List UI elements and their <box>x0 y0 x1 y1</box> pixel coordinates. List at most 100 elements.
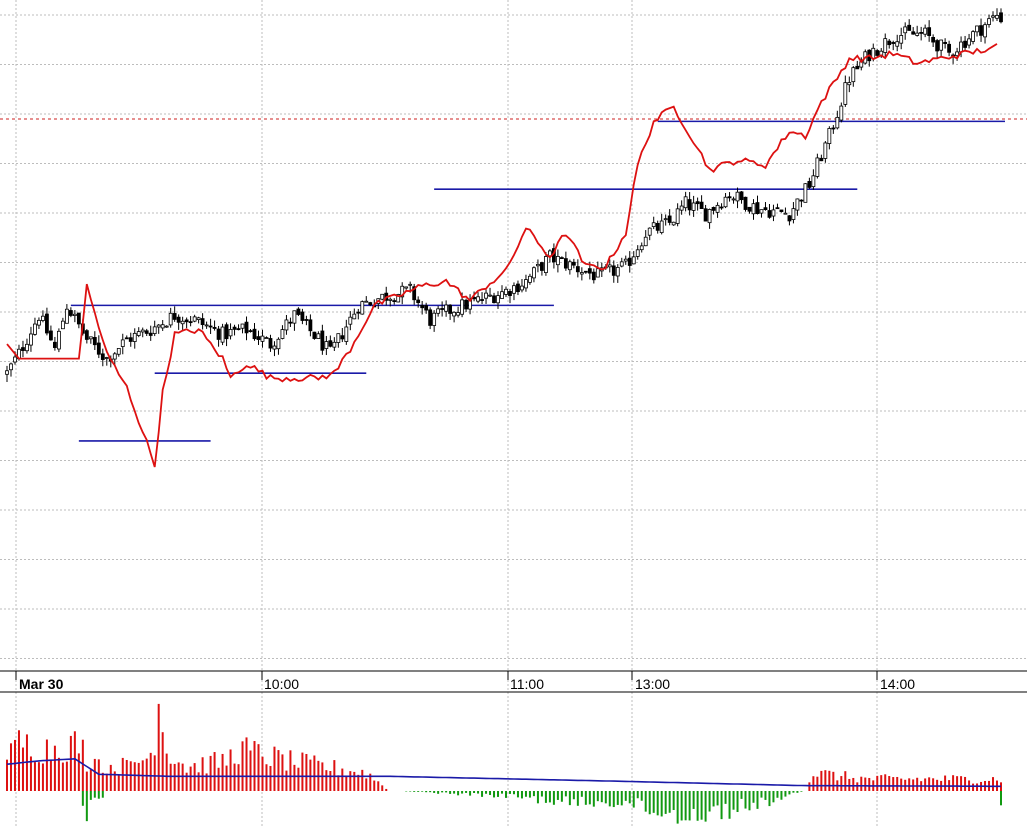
histogram-bar-negative <box>741 791 743 799</box>
histogram-bar-positive <box>289 750 291 791</box>
histogram-bar-negative <box>621 791 623 805</box>
histogram-bar-negative <box>94 791 96 798</box>
candle-body <box>113 354 116 359</box>
candle-body <box>980 26 983 36</box>
candle-body <box>381 294 384 299</box>
candle-body <box>317 334 320 339</box>
histogram-bar-positive <box>186 773 188 791</box>
candle-body <box>257 337 260 340</box>
candle-body <box>908 25 911 30</box>
candle-body <box>896 42 899 46</box>
candle-body <box>580 273 583 274</box>
histogram-bar-negative <box>409 791 411 792</box>
candle-body <box>45 314 48 333</box>
histogram-bar-positive <box>94 759 96 791</box>
candle-body <box>704 209 707 221</box>
candle-body <box>49 331 52 340</box>
candle-body <box>976 26 979 32</box>
histogram-bar-negative <box>772 791 774 802</box>
histogram-bar-positive <box>868 778 870 791</box>
candle-body <box>504 289 507 294</box>
candle-body <box>740 192 743 200</box>
candle-body <box>668 216 671 222</box>
histogram-bar-positive <box>864 778 866 791</box>
candle-body <box>816 158 819 176</box>
candle-body <box>161 325 164 328</box>
candle <box>804 183 807 202</box>
histogram-bar-positive <box>257 744 259 791</box>
histogram-bar-negative <box>780 791 782 800</box>
candle-body <box>960 42 963 52</box>
candle-body <box>528 276 531 282</box>
histogram-bar-positive <box>90 770 92 791</box>
candle-body <box>848 83 851 85</box>
histogram-bar-negative <box>433 791 435 793</box>
candle-body <box>285 320 288 330</box>
candle-body <box>273 346 276 349</box>
candle-body <box>189 322 192 323</box>
candle-body <box>165 326 168 327</box>
candle-body <box>728 197 731 198</box>
candle-body <box>501 292 504 299</box>
candle-body <box>856 66 859 69</box>
histogram-bar-negative <box>768 791 770 806</box>
histogram-bar-positive <box>908 778 910 791</box>
histogram-bar-positive <box>234 764 236 791</box>
histogram-bar-negative <box>577 791 579 806</box>
candle-body <box>664 219 667 220</box>
candle-body <box>477 297 480 301</box>
candle-body <box>221 327 224 342</box>
candle-body <box>852 68 855 82</box>
candle-body <box>9 364 12 370</box>
histogram-bar-negative <box>661 791 663 816</box>
histogram-bar-negative <box>625 791 627 801</box>
histogram-bar-positive <box>22 748 24 791</box>
histogram-bar-positive <box>916 778 918 791</box>
candle-body <box>700 202 703 208</box>
histogram-bar-negative <box>509 791 511 794</box>
histogram-bar-positive <box>265 764 267 791</box>
histogram-bar-negative <box>441 791 443 792</box>
histogram-bar-negative <box>601 791 603 802</box>
candle-body <box>101 354 104 360</box>
candle-body <box>309 320 312 331</box>
histogram-bar-positive <box>202 757 204 791</box>
candle-body <box>564 259 567 269</box>
histogram-bar-positive <box>297 768 299 791</box>
histogram-bar-positive <box>273 747 275 791</box>
histogram-bar-negative <box>533 791 535 796</box>
candle-body <box>177 317 180 322</box>
histogram-bar-negative <box>82 791 84 806</box>
candle-body <box>209 326 212 327</box>
histogram-bar-positive <box>884 774 886 791</box>
candle-body <box>313 332 316 338</box>
chart-background <box>0 0 1027 827</box>
candle-body <box>169 313 172 325</box>
candle-body <box>297 309 300 314</box>
histogram-bar-positive <box>198 772 200 791</box>
histogram-bar-positive <box>325 770 327 791</box>
candle-body <box>197 318 200 320</box>
histogram-bar-negative <box>517 791 519 797</box>
histogram-bar-positive <box>329 771 331 791</box>
histogram-bar-positive <box>277 750 279 791</box>
candle-body <box>497 296 500 303</box>
candle-body <box>485 293 488 298</box>
histogram-bar-positive <box>106 774 108 791</box>
histogram-bar-negative <box>776 791 778 798</box>
histogram-bar-positive <box>860 777 862 791</box>
candle-body <box>405 287 408 288</box>
histogram-bar-negative <box>713 791 715 806</box>
histogram-bar-positive <box>828 771 830 791</box>
candle-body <box>361 302 364 314</box>
histogram-bar-negative <box>561 791 563 802</box>
histogram-bar-negative <box>800 791 802 792</box>
histogram-bar-negative <box>613 791 615 807</box>
candle-body <box>233 327 236 329</box>
candle-body <box>776 208 779 209</box>
candle-body <box>333 342 336 347</box>
candle-body <box>409 284 412 285</box>
histogram-bar-positive <box>66 762 68 791</box>
histogram-bar-negative <box>545 791 547 803</box>
histogram-bar-negative <box>585 791 587 805</box>
